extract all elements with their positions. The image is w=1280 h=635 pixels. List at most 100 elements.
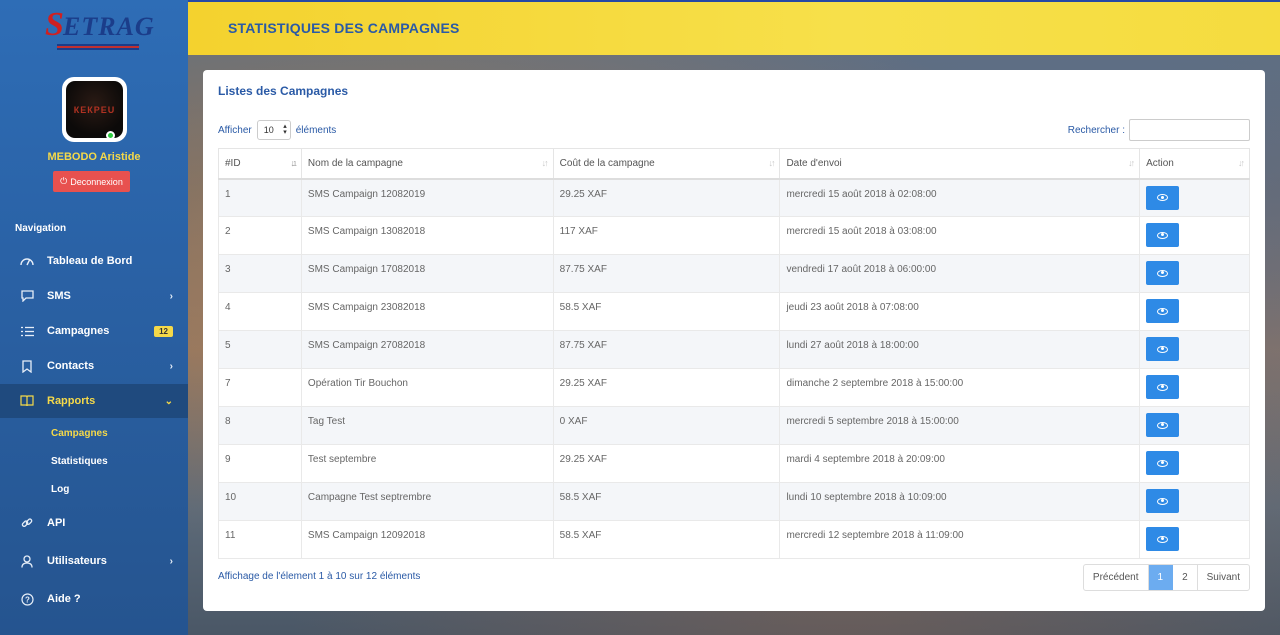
sidebar-item-campagnes[interactable]: Campagnes 12 xyxy=(0,314,188,348)
view-button[interactable] xyxy=(1146,261,1180,285)
link-icon xyxy=(20,516,34,530)
page-button-1[interactable]: 1 xyxy=(1148,565,1174,590)
length-suffix-label: éléments xyxy=(295,124,337,136)
sidebar-item-utilisateurs[interactable]: Utilisateurs › xyxy=(0,544,188,578)
sidebar-item-rapports[interactable]: Rapports ⌄ xyxy=(0,384,188,418)
cell-campaign-name: Campagne Test septrembre xyxy=(300,482,554,521)
sidebar-item-contacts[interactable]: Contacts › xyxy=(0,349,188,383)
view-button[interactable] xyxy=(1146,375,1180,399)
column-header-cost[interactable]: Coût de la campagne ↓↑ xyxy=(552,148,781,180)
logo-text: ETRAG xyxy=(63,12,155,41)
online-status-icon xyxy=(106,131,115,140)
user-icon xyxy=(20,554,34,568)
nav-heading: Navigation xyxy=(15,223,67,234)
help-icon: ? xyxy=(20,592,34,606)
sort-icon: ↓↑ xyxy=(541,158,549,168)
table-row: 4 SMS Campaign 23082018 58.5 XAF jeudi 23 a… xyxy=(218,292,1250,331)
submenu-item-campagnes[interactable]: Campagnes xyxy=(51,428,108,439)
page-button-2[interactable]: 2 xyxy=(1173,565,1198,590)
user-name: MEBODO Aristide xyxy=(47,151,141,163)
sidebar-item-dashboard[interactable]: Tableau de Bord xyxy=(0,244,188,278)
cell-action xyxy=(1139,482,1250,521)
cell-cost: 29.25 XAF xyxy=(552,444,781,483)
view-button[interactable] xyxy=(1146,223,1180,247)
avatar-image: КЕКРЕU xyxy=(66,81,123,138)
sidebar-item-label: Rapports xyxy=(47,395,96,407)
dashboard-icon xyxy=(20,254,34,268)
cell-send-date: mercredi 15 août 2018 à 03:08:00 xyxy=(779,216,1141,255)
sidebar-item-label: SMS xyxy=(47,290,71,302)
column-header-date[interactable]: Date d'envoi ↓↑ xyxy=(779,148,1141,180)
cell-cost: 117 XAF xyxy=(552,216,781,255)
view-button[interactable] xyxy=(1146,337,1180,361)
chevron-right-icon: › xyxy=(169,360,173,372)
cell-campaign-name: SMS Campaign 12092018 xyxy=(300,520,554,559)
table-row: 3 SMS Campaign 17082018 87.75 XAF vendredi … xyxy=(218,254,1250,293)
sidebar: S ETRAG КЕКРЕU MEBODO Aristide ⏻ Deconne… xyxy=(0,0,188,635)
bookmark-icon xyxy=(20,359,34,373)
view-button[interactable] xyxy=(1146,185,1180,210)
previous-page-button[interactable]: Précédent xyxy=(1084,565,1149,590)
page-length-select[interactable]: 10 ▴ ▾ xyxy=(256,120,291,140)
cell-id: 1 xyxy=(218,178,302,217)
chevron-right-icon: › xyxy=(169,555,173,567)
search-label: Rechercher : xyxy=(1067,124,1125,136)
sidebar-item-label: Tableau de Bord xyxy=(47,255,133,267)
column-header-name[interactable]: Nom de la campagne ↓↑ xyxy=(300,148,554,180)
cell-action xyxy=(1139,216,1250,255)
sidebar-item-api[interactable]: API xyxy=(0,506,188,540)
sidebar-item-label: Contacts xyxy=(47,360,95,372)
view-button[interactable] xyxy=(1146,413,1180,437)
sidebar-item-aide[interactable]: ? Aide ? xyxy=(0,582,188,616)
eye-icon xyxy=(1157,421,1169,429)
avatar[interactable]: КЕКРЕU xyxy=(62,77,127,142)
cell-send-date: mercredi 15 août 2018 à 02:08:00 xyxy=(779,178,1141,217)
sort-icon: ↓↑ xyxy=(1128,158,1135,168)
cell-action xyxy=(1139,406,1250,445)
cell-campaign-name: SMS Campaign 13082018 xyxy=(300,216,554,255)
table-row: 5 SMS Campaign 27082018 87.75 XAF lundi 27 … xyxy=(218,330,1250,369)
sidebar-item-sms[interactable]: SMS › xyxy=(0,279,188,313)
eye-icon xyxy=(1157,383,1169,391)
page-length-control: Afficher 10 ▴ ▾ éléments xyxy=(218,120,336,140)
view-button[interactable] xyxy=(1146,527,1180,551)
cell-action xyxy=(1139,178,1250,217)
view-button[interactable] xyxy=(1146,299,1180,323)
cell-id: 5 xyxy=(218,330,302,369)
cell-id: 10 xyxy=(218,482,302,521)
cell-action xyxy=(1139,292,1250,331)
sort-asc-icon: ↓1 xyxy=(290,158,297,168)
chevron-right-icon: › xyxy=(169,290,173,302)
sort-icon: ↓↑ xyxy=(1238,158,1245,168)
cell-cost: 87.75 XAF xyxy=(552,254,781,293)
cell-send-date: jeudi 23 août 2018 à 07:08:00 xyxy=(779,292,1141,331)
cell-send-date: dimanche 2 septembre 2018 à 15:00:00 xyxy=(779,368,1141,407)
next-page-button[interactable]: Suivant xyxy=(1198,565,1249,590)
cell-cost: 87.75 XAF xyxy=(552,330,781,369)
search-input[interactable] xyxy=(1129,119,1250,141)
column-header-id[interactable]: #ID ↓1 xyxy=(218,148,302,180)
submenu-item-log[interactable]: Log xyxy=(51,484,69,495)
cell-send-date: lundi 10 septembre 2018 à 10:09:00 xyxy=(779,482,1141,521)
logout-label: Deconnexion xyxy=(70,176,123,187)
cell-action xyxy=(1139,444,1250,483)
cell-id: 7 xyxy=(218,368,302,407)
cell-id: 4 xyxy=(218,292,302,331)
cell-send-date: vendredi 17 août 2018 à 06:00:00 xyxy=(779,254,1141,293)
eye-icon xyxy=(1157,345,1169,353)
cell-id: 2 xyxy=(218,216,302,255)
column-header-action[interactable]: Action ↓↑ xyxy=(1139,148,1250,180)
view-button[interactable] xyxy=(1146,451,1180,475)
sidebar-item-label: API xyxy=(47,517,66,529)
list-icon xyxy=(20,324,34,338)
cell-id: 11 xyxy=(218,520,302,559)
table-info: Affichage de l'élement 1 à 10 sur 12 élé… xyxy=(218,571,421,582)
cell-cost: 58.5 XAF xyxy=(552,292,781,331)
cell-cost: 58.5 XAF xyxy=(552,482,781,521)
logout-button[interactable]: ⏻ Deconnexion xyxy=(53,171,130,192)
cell-action xyxy=(1139,254,1250,293)
cell-action xyxy=(1139,330,1250,369)
logo[interactable]: S ETRAG xyxy=(45,6,154,56)
submenu-item-statistiques[interactable]: Statistiques xyxy=(51,456,108,467)
view-button[interactable] xyxy=(1146,489,1180,513)
